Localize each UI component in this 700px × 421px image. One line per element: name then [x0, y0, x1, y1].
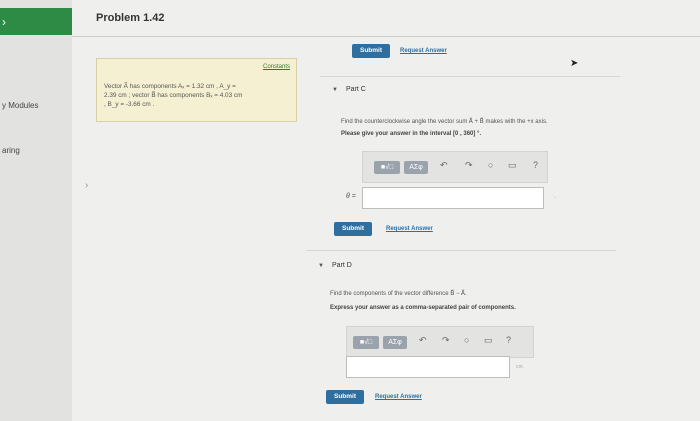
part-d-instruction: Express your answer as a comma-separated… [330, 305, 516, 311]
keyboard-icon[interactable]: ▭ [508, 160, 517, 171]
redo-icon[interactable]: ↷ [465, 160, 473, 171]
reset-icon[interactable]: ○ [488, 160, 493, 170]
constants-line: , B_y = -3.66 cm . [104, 101, 155, 108]
unit-hint: cm [516, 364, 523, 370]
divider [320, 76, 620, 77]
divider [306, 250, 616, 251]
sidebar-item-learning[interactable]: aring [2, 146, 20, 155]
header-bar [72, 0, 700, 37]
help-icon[interactable]: ? [506, 335, 511, 345]
template-icon[interactable]: ■√□ [374, 161, 400, 174]
sidebar-active-tab[interactable]: › [0, 8, 72, 35]
part-c-question: Find the counterclockwise angle the vect… [341, 119, 548, 125]
chevron-right-icon: › [2, 15, 6, 29]
part-d-submit-button[interactable]: Submit [326, 390, 365, 404]
part-d-label: Part D [331, 262, 352, 269]
undo-icon[interactable]: ↶ [440, 160, 448, 171]
collapse-triangle-icon: ▼ [332, 87, 338, 93]
part-d-question: Find the components of the vector differ… [330, 291, 467, 297]
math-toolbar: ■√□ ΑΣφ ↶ ↷ ○ ▭ ? [346, 326, 534, 358]
template-icon[interactable]: ■√□ [353, 336, 379, 349]
part-c-request-answer-link[interactable]: Request Answer [386, 226, 433, 232]
symbol-icon[interactable]: ΑΣφ [383, 336, 407, 349]
undo-icon[interactable]: ↶ [419, 335, 427, 346]
constants-panel: Constants Vector A⃗ has components Aₓ = … [96, 58, 297, 122]
math-toolbar: ■√□ ΑΣφ ↶ ↷ ○ ▭ ? [362, 151, 548, 183]
mouse-cursor-icon: ➤ [570, 58, 579, 69]
part-c-submit-button[interactable]: Submit [334, 222, 373, 236]
part-c-header[interactable]: ▼ Part C [332, 86, 366, 93]
keyboard-icon[interactable]: ▭ [484, 335, 493, 346]
sidebar-item-modules[interactable]: y Modules [2, 101, 38, 110]
part-d-header[interactable]: ▼ Part D [318, 262, 352, 269]
help-icon[interactable]: ? [533, 160, 538, 170]
chevron-right-icon[interactable]: › [85, 180, 88, 191]
reset-icon[interactable]: ○ [464, 335, 469, 345]
part-c-label: Part C [345, 86, 366, 93]
constants-line: Vector A⃗ has components Aₓ = 1.32 cm , … [104, 83, 236, 90]
symbol-icon[interactable]: ΑΣφ [404, 161, 428, 174]
redo-icon[interactable]: ↷ [442, 335, 450, 346]
part-d-answer-input[interactable] [346, 356, 510, 378]
constants-link[interactable]: Constants [263, 64, 290, 70]
top-request-answer-link[interactable]: Request Answer [400, 48, 447, 54]
unit-hint-placeholder: ◦ [554, 195, 556, 201]
part-c-answer-input[interactable] [362, 187, 544, 209]
collapse-triangle-icon: ▼ [318, 263, 324, 269]
page-title: Problem 1.42 [96, 12, 165, 24]
constants-text: Vector A⃗ has components Aₓ = 1.32 cm , … [104, 82, 290, 109]
theta-label: θ = [346, 193, 356, 200]
sidebar: › y Modules aring [0, 0, 72, 421]
part-d-request-answer-link[interactable]: Request Answer [375, 394, 422, 400]
part-c-instruction: Please give your answer in the interval … [341, 131, 482, 137]
top-submit-button[interactable]: Submit [352, 44, 391, 58]
constants-line: 2.39 cm ; vector B⃗ has components Bₓ = … [104, 92, 243, 99]
